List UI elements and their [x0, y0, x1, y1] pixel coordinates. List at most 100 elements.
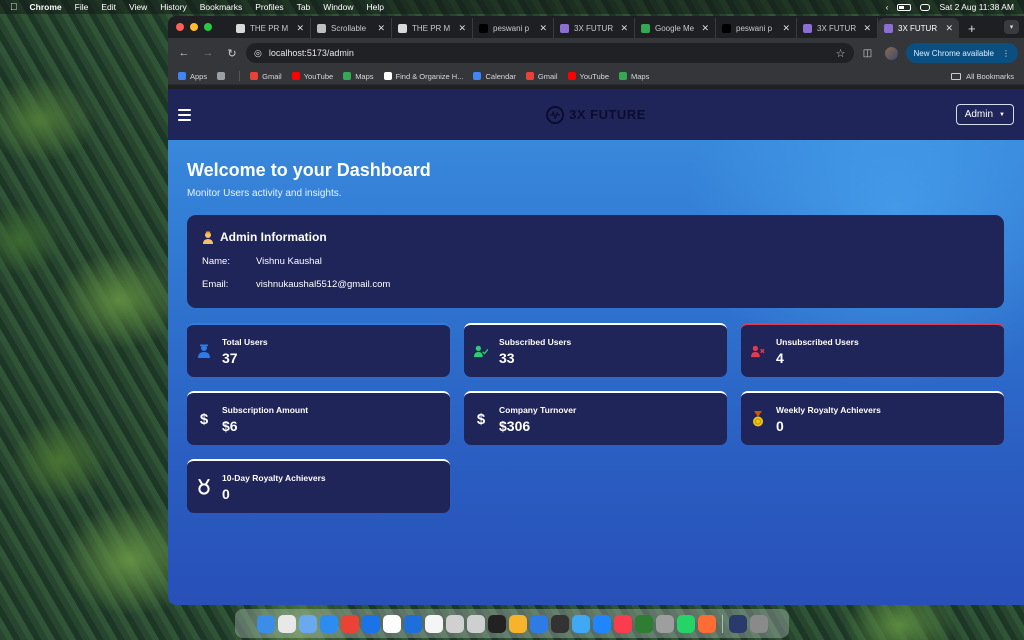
- battery-icon[interactable]: [897, 3, 912, 11]
- dock-app-icon[interactable]: [340, 614, 359, 633]
- browser-tab[interactable]: THE PR M ✕: [230, 18, 311, 38]
- close-tab-icon[interactable]: ✕: [863, 23, 871, 34]
- dock-app-icon[interactable]: [749, 614, 768, 633]
- close-tab-icon[interactable]: ✕: [458, 23, 466, 34]
- browser-tab[interactable]: THE PR M ✕: [392, 18, 473, 38]
- dock-app-icon[interactable]: [403, 614, 422, 633]
- address-bar[interactable]: ◎ localhost:5173/admin ☆: [246, 43, 854, 63]
- tab-favicon-icon: [803, 23, 812, 33]
- brand-logo[interactable]: 3X FUTURE: [546, 105, 646, 124]
- tab-favicon-icon: [560, 23, 569, 33]
- profile-avatar[interactable]: [882, 43, 902, 63]
- dock-app-icon[interactable]: [319, 614, 338, 633]
- dock-app-icon[interactable]: [445, 614, 464, 633]
- bookmark-item[interactable]: Maps: [343, 72, 374, 81]
- bookmark-label: Maps: [631, 71, 650, 81]
- address-bar-url[interactable]: localhost:5173/admin: [269, 48, 354, 58]
- close-tab-icon[interactable]: ✕: [296, 23, 304, 34]
- bookmark-item[interactable]: Calendar: [473, 72, 516, 81]
- admin-dropdown-button[interactable]: Admin ▼: [955, 104, 1014, 125]
- close-tab-icon[interactable]: ✕: [701, 23, 709, 34]
- menubar-datetime[interactable]: Sat 2 Aug 11:38 AM: [939, 2, 1014, 12]
- macos-dock: [235, 609, 789, 638]
- tab-search-icon[interactable]: ▾: [1004, 20, 1019, 34]
- dock-app-icon[interactable]: [676, 614, 695, 633]
- menu-help[interactable]: Help: [367, 2, 384, 12]
- browser-tab[interactable]: peswani p ✕: [716, 18, 797, 38]
- site-info-icon[interactable]: ◎: [254, 48, 262, 59]
- chevron-left-icon[interactable]: ‹: [886, 2, 889, 12]
- bookmark-item[interactable]: [217, 72, 229, 80]
- dock-app-icon[interactable]: [298, 614, 317, 633]
- menu-view[interactable]: View: [129, 2, 147, 12]
- menu-tab[interactable]: Tab: [297, 2, 311, 12]
- close-tab-icon[interactable]: ✕: [539, 23, 547, 34]
- browser-tab[interactable]: 3X FUTUR ✕: [797, 18, 878, 38]
- browser-tab[interactable]: Google Me ✕: [635, 18, 716, 38]
- bookmark-item[interactable]: Gmail: [525, 72, 558, 81]
- dock-app-icon[interactable]: [613, 614, 632, 633]
- dock-app-icon[interactable]: [592, 614, 611, 633]
- dock-app-icon[interactable]: [382, 614, 401, 633]
- stat-card-total-users[interactable]: Total Users 37: [187, 323, 450, 377]
- dock-app-icon[interactable]: [487, 614, 506, 633]
- browser-tab[interactable]: 3X FUTUR ✕: [878, 18, 959, 38]
- menu-app-name[interactable]: Chrome: [30, 2, 62, 12]
- bookmark-item[interactable]: YouTube: [291, 72, 333, 81]
- close-tab-icon[interactable]: ✕: [620, 23, 628, 34]
- close-window-button[interactable]: [176, 23, 184, 31]
- menu-edit[interactable]: Edit: [101, 2, 116, 12]
- stat-card-subscribed-users[interactable]: Subscribed Users 33: [464, 323, 727, 377]
- bookmark-item[interactable]: YouTube: [567, 72, 609, 81]
- hamburger-menu-icon[interactable]: [178, 108, 191, 121]
- stat-card-unsubscribed-users[interactable]: Unsubscribed Users 4: [741, 323, 1004, 377]
- dock-app-icon[interactable]: [571, 614, 590, 633]
- menu-bookmarks[interactable]: Bookmarks: [200, 2, 243, 12]
- close-tab-icon[interactable]: ✕: [945, 23, 953, 34]
- all-bookmarks[interactable]: All Bookmarks: [951, 72, 1014, 81]
- menu-history[interactable]: History: [160, 2, 186, 12]
- dock-app-icon[interactable]: [550, 614, 569, 633]
- stat-card-weekly-royalty[interactable]: Weekly Royalty Achievers 0: [741, 391, 1004, 445]
- close-tab-icon[interactable]: ✕: [377, 23, 385, 34]
- apple-icon[interactable]: : [10, 2, 18, 13]
- dock-app-icon[interactable]: [361, 614, 380, 633]
- menu-file[interactable]: File: [75, 2, 89, 12]
- more-options-icon[interactable]: ⋮: [1002, 49, 1010, 58]
- dock-app-icon[interactable]: [508, 614, 527, 633]
- stat-card-10-day-royalty[interactable]: 10-Day Royalty Achievers 0: [187, 459, 450, 513]
- dock-app-icon[interactable]: [424, 614, 443, 633]
- control-center-icon[interactable]: [920, 3, 931, 11]
- extensions-icon[interactable]: ◫: [858, 43, 878, 63]
- bookmark-item[interactable]: Maps: [619, 72, 649, 81]
- stat-card-company-turnover[interactable]: $ Company Turnover $306: [464, 391, 727, 445]
- dock-app-icon[interactable]: [529, 614, 548, 633]
- dock-app-icon[interactable]: [256, 614, 275, 633]
- close-tab-icon[interactable]: ✕: [782, 23, 790, 34]
- dock-app-icon[interactable]: [697, 614, 716, 633]
- new-tab-button[interactable]: +: [959, 18, 985, 38]
- dock-app-icon[interactable]: [466, 614, 485, 633]
- bookmark-item[interactable]: Find & Organize H...: [383, 72, 463, 81]
- minimize-window-button[interactable]: [190, 23, 198, 31]
- dock-app-icon[interactable]: [728, 614, 747, 633]
- forward-icon[interactable]: →: [198, 43, 218, 63]
- reload-icon[interactable]: ↻: [222, 43, 242, 63]
- bookmark-star-icon[interactable]: ☆: [836, 47, 846, 60]
- dock-app-icon[interactable]: [634, 614, 653, 633]
- new-chrome-available-button[interactable]: New Chrome available ⋮: [905, 43, 1018, 63]
- dock-app-icon[interactable]: [277, 614, 296, 633]
- menu-profiles[interactable]: Profiles: [255, 2, 283, 12]
- tab-favicon-icon: [641, 23, 650, 33]
- brand-wave-icon: [546, 105, 565, 124]
- back-icon[interactable]: ←: [174, 43, 194, 63]
- stat-card-subscription-amount[interactable]: $ Subscription Amount $6: [187, 391, 450, 445]
- menu-window[interactable]: Window: [323, 2, 353, 12]
- bookmark-item[interactable]: Gmail: [250, 72, 282, 81]
- browser-tab[interactable]: Scrollable ✕: [311, 18, 392, 38]
- dock-app-icon[interactable]: [655, 614, 674, 633]
- bookmark-item[interactable]: Apps: [178, 72, 207, 81]
- browser-tab[interactable]: peswani p ✕: [473, 18, 554, 38]
- zoom-window-button[interactable]: [204, 23, 212, 31]
- browser-tab[interactable]: 3X FUTUR ✕: [554, 18, 635, 38]
